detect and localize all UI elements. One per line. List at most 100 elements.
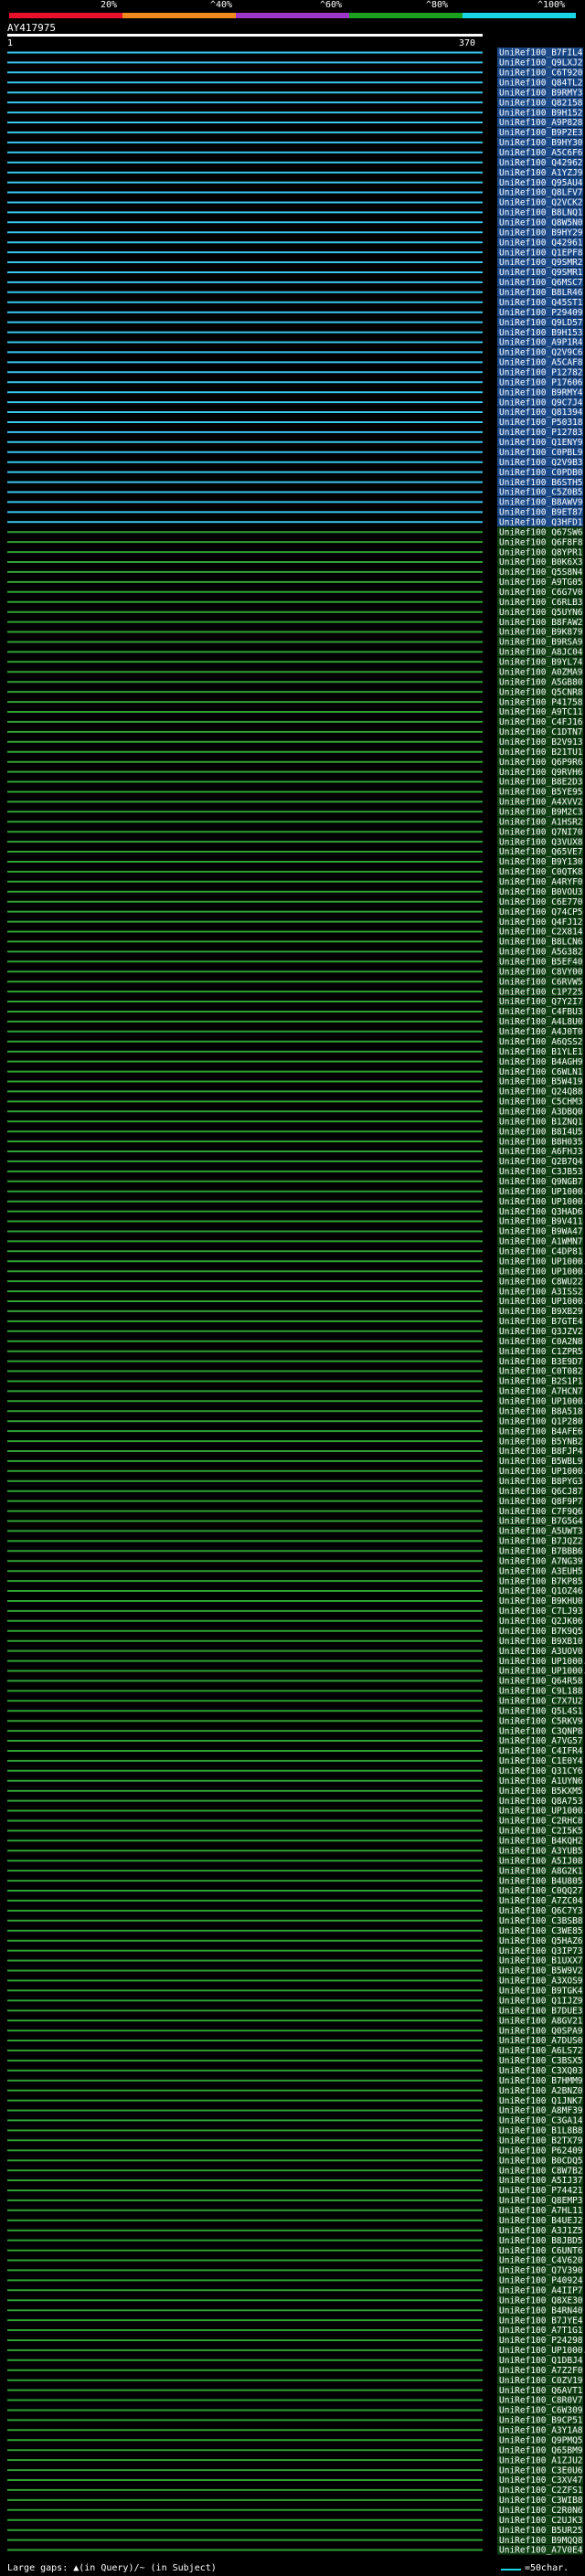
hit-label-169[interactable]: UniRef100_A7VG57 [499, 1736, 583, 1746]
hit-label-86[interactable]: UniRef100_Q74CP5 [499, 907, 583, 917]
hit-label-84[interactable]: UniRef100_B0VOU3 [499, 887, 583, 897]
hit-label-78[interactable]: UniRef100_Q7NI70 [499, 827, 583, 837]
hit-label-25[interactable]: UniRef100_Q45ST1 [499, 298, 583, 308]
hit-label-154[interactable]: UniRef100_Q1OZ46 [499, 1586, 583, 1596]
hit-label-97[interactable]: UniRef100_A4L8U0 [499, 1017, 583, 1027]
hit-label-131[interactable]: UniRef100_B3E9D7 [499, 1357, 583, 1367]
hit-label-63[interactable]: UniRef100_A5GB80 [499, 677, 583, 687]
hit-label-96[interactable]: UniRef100_C4FBU3 [499, 1007, 583, 1017]
hit-label-54[interactable]: UniRef100_C6G7V0 [499, 588, 583, 598]
hit-label-191[interactable]: UniRef100_B1UXX7 [499, 1956, 583, 1966]
hit-label-127[interactable]: UniRef100_B7GTE4 [499, 1317, 583, 1327]
hit-label-132[interactable]: UniRef100_C0T082 [499, 1367, 583, 1377]
hit-label-231[interactable]: UniRef100_Q1DBJ4 [499, 2356, 583, 2366]
hit-label-223[interactable]: UniRef100_P40924 [499, 2276, 583, 2286]
hit-label-95[interactable]: UniRef100_Q7Y2I7 [499, 997, 583, 1007]
hit-label-220[interactable]: UniRef100_C6UNT6 [499, 2246, 583, 2256]
hit-label-28[interactable]: UniRef100_B9H153 [499, 328, 583, 338]
hit-label-242[interactable]: UniRef100_C3E0U6 [499, 2465, 583, 2475]
hit-label-216[interactable]: UniRef100_A7HL11 [499, 2206, 583, 2216]
hit-label-245[interactable]: UniRef100_C3WIB8 [499, 2496, 583, 2506]
hit-label-59[interactable]: UniRef100_B9RSA9 [499, 638, 583, 648]
hit-label-194[interactable]: UniRef100_B9TGK4 [499, 1987, 583, 1997]
hit-label-201[interactable]: UniRef100_C3BSX5 [499, 2056, 583, 2066]
hit-label-67[interactable]: UniRef100_C4FJ16 [499, 717, 583, 727]
hit-label-1[interactable]: UniRef100_Q9LXJ2 [499, 58, 583, 69]
hit-label-116[interactable]: UniRef100_Q3HAD6 [499, 1207, 583, 1217]
hit-label-40[interactable]: UniRef100_C0PBL9 [499, 448, 583, 458]
hit-label-144[interactable]: UniRef100_Q6CJ87 [499, 1487, 583, 1497]
hit-label-31[interactable]: UniRef100_A5CAF8 [499, 358, 583, 368]
hit-label-48[interactable]: UniRef100_Q67SW6 [499, 527, 583, 537]
hit-label-188[interactable]: UniRef100_C3WE85 [499, 1926, 583, 1936]
hit-label-98[interactable]: UniRef100_A4J0T0 [499, 1027, 583, 1037]
hit-label-12[interactable]: UniRef100_A1YZJ9 [499, 168, 583, 178]
hit-label-173[interactable]: UniRef100_A1UYN6 [499, 1776, 583, 1786]
hit-label-10[interactable]: UniRef100_A5C6F6 [499, 148, 583, 158]
hit-label-106[interactable]: UniRef100_A3DBQ0 [499, 1108, 583, 1118]
hit-label-159[interactable]: UniRef100_B9XB10 [499, 1637, 583, 1647]
hit-label-176[interactable]: UniRef100_UP1000... [499, 1807, 585, 1817]
hit-label-196[interactable]: UniRef100_B7DUE3 [499, 2006, 583, 2016]
hit-label-248[interactable]: UniRef100_B5UR25 [499, 2526, 583, 2536]
hit-label-145[interactable]: UniRef100_Q8F9P7 [499, 1497, 583, 1507]
hit-label-237[interactable]: UniRef100_B9CP51 [499, 2416, 583, 2426]
hit-label-213[interactable]: UniRef100_A5IJ37 [499, 2176, 583, 2186]
hit-label-81[interactable]: UniRef100_B9Y130 [499, 857, 583, 867]
hit-label-19[interactable]: UniRef100_Q42961 [499, 238, 583, 248]
hit-label-124[interactable]: UniRef100_A3ISS2 [499, 1287, 583, 1297]
hit-label-122[interactable]: UniRef100_UP1000... [499, 1267, 585, 1277]
hit-label-211[interactable]: UniRef100_B0CDQ5 [499, 2156, 583, 2166]
hit-label-9[interactable]: UniRef100_B9HY30 [499, 138, 583, 148]
hit-label-183[interactable]: UniRef100_B4U805 [499, 1876, 583, 1886]
hit-label-68[interactable]: UniRef100_C1DTN7 [499, 727, 583, 737]
hit-label-180[interactable]: UniRef100_A3YUB5 [499, 1847, 583, 1857]
hit-label-241[interactable]: UniRef100_A1ZJU2 [499, 2455, 583, 2465]
hit-label-186[interactable]: UniRef100_Q6C7Y3 [499, 1906, 583, 1916]
hit-label-4[interactable]: UniRef100_B9RMY3 [499, 88, 583, 98]
hit-label-30[interactable]: UniRef100_Q2V9C6 [499, 348, 583, 358]
hit-label-57[interactable]: UniRef100_B8FAW2 [499, 618, 583, 628]
hit-label-225[interactable]: UniRef100_Q8XE30 [499, 2295, 583, 2306]
hit-label-181[interactable]: UniRef100_A5IJ08 [499, 1856, 583, 1866]
hit-label-142[interactable]: UniRef100_UP1000... [499, 1467, 585, 1477]
hit-label-15[interactable]: UniRef100_Q2VCK2 [499, 198, 583, 208]
hit-label-58[interactable]: UniRef100_B9K879 [499, 628, 583, 638]
hit-label-138[interactable]: UniRef100_B4AFE6 [499, 1426, 583, 1436]
hit-label-39[interactable]: UniRef100_Q1ENY9 [499, 438, 583, 448]
hit-label-215[interactable]: UniRef100_Q8EMP3 [499, 2196, 583, 2206]
hit-label-164[interactable]: UniRef100_C9L188 [499, 1687, 583, 1697]
hit-label-175[interactable]: UniRef100_Q8A753 [499, 1797, 583, 1807]
hit-label-47[interactable]: UniRef100_Q3HFD1 [499, 518, 583, 528]
hit-label-85[interactable]: UniRef100_C6E770 [499, 897, 583, 907]
hit-label-65[interactable]: UniRef100_P41758 [499, 697, 583, 707]
hit-label-137[interactable]: UniRef100_Q1P280 [499, 1416, 583, 1426]
hit-label-115[interactable]: UniRef100_UP1000... [499, 1197, 585, 1207]
hit-label-157[interactable]: UniRef100_Q2JK06 [499, 1617, 583, 1627]
hit-label-244[interactable]: UniRef100_C2ZFS1 [499, 2486, 583, 2496]
hit-label-51[interactable]: UniRef100_B0K6X3 [499, 557, 583, 567]
hit-label-218[interactable]: UniRef100_A3J1Z5 [499, 2226, 583, 2236]
hit-label-246[interactable]: UniRef100_C2R0N6 [499, 2506, 583, 2516]
hit-label-200[interactable]: UniRef100_A6LS72 [499, 2046, 583, 2056]
hit-label-147[interactable]: UniRef100_B7G5G4 [499, 1517, 583, 1527]
hit-label-0[interactable]: UniRef100_B7FIL4 [499, 48, 583, 58]
hit-label-113[interactable]: UniRef100_Q9NGB7 [499, 1177, 583, 1187]
hit-label-202[interactable]: UniRef100_C3XQ03 [499, 2066, 583, 2076]
hit-label-179[interactable]: UniRef100_B4KQH2 [499, 1837, 583, 1847]
hit-label-70[interactable]: UniRef100_B21TU1 [499, 747, 583, 758]
hit-label-94[interactable]: UniRef100_C1P725 [499, 987, 583, 997]
hit-label-214[interactable]: UniRef100_P74421 [499, 2186, 583, 2196]
hit-label-80[interactable]: UniRef100_Q65VE7 [499, 847, 583, 857]
hit-label-148[interactable]: UniRef100_A5UWT3 [499, 1527, 583, 1537]
hit-label-121[interactable]: UniRef100_UP1000... [499, 1257, 585, 1267]
hit-label-210[interactable]: UniRef100_P62409 [499, 2146, 583, 2156]
hit-label-150[interactable]: UniRef100_B7BBB6 [499, 1547, 583, 1557]
hit-label-16[interactable]: UniRef100_B8LNQ1 [499, 208, 583, 218]
hit-label-17[interactable]: UniRef100_Q8W5N0 [499, 218, 583, 228]
hit-label-236[interactable]: UniRef100_C6W309 [499, 2406, 583, 2416]
hit-label-217[interactable]: UniRef100_B4UEJ2 [499, 2216, 583, 2226]
hit-label-42[interactable]: UniRef100_C0PDB0 [499, 468, 583, 478]
hit-label-90[interactable]: UniRef100_A5G382 [499, 948, 583, 958]
hit-label-174[interactable]: UniRef100_B5KXM5 [499, 1786, 583, 1797]
